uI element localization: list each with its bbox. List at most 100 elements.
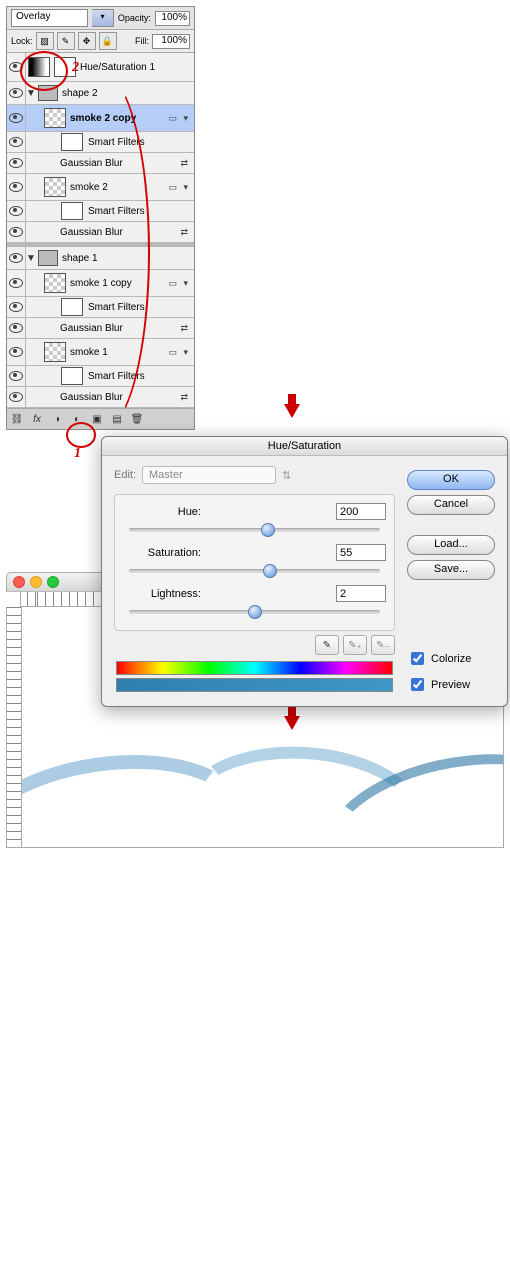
- cancel-button[interactable]: Cancel: [407, 495, 495, 515]
- visibility-icon[interactable]: [9, 371, 23, 381]
- edit-label: Edit:: [114, 469, 136, 481]
- saturation-slider[interactable]: [123, 563, 386, 577]
- disclosure-triangle-icon[interactable]: ▼: [26, 253, 36, 264]
- layer-label: smoke 1: [68, 347, 108, 358]
- delete-layer-button[interactable]: 🗑: [129, 411, 145, 427]
- blend-mode-dropdown-icon[interactable]: ▾: [92, 9, 114, 27]
- ruler-vertical[interactable]: [7, 607, 22, 847]
- filter-blend-icon[interactable]: ⇄: [180, 158, 194, 169]
- layer-style-button[interactable]: fx: [29, 411, 45, 427]
- visibility-icon[interactable]: [9, 62, 23, 72]
- layer-label: Gaussian Blur: [58, 158, 123, 169]
- lock-label: Lock:: [11, 36, 33, 46]
- visibility-icon[interactable]: [9, 158, 23, 168]
- visibility-icon[interactable]: [9, 253, 23, 263]
- edit-scope-select[interactable]: Master: [142, 466, 276, 484]
- new-layer-button[interactable]: ▤: [109, 411, 125, 427]
- hue-spectrum-bar: [116, 661, 393, 675]
- preview-checkbox-input[interactable]: [411, 678, 424, 691]
- load-button[interactable]: Load...: [407, 535, 495, 555]
- colorize-checkbox-input[interactable]: [411, 652, 424, 665]
- visibility-icon[interactable]: [9, 88, 23, 98]
- fill-input[interactable]: 100%: [152, 34, 190, 49]
- filter-blend-icon[interactable]: ⇄: [180, 392, 194, 403]
- filter-blend-icon[interactable]: ⇄: [180, 227, 194, 238]
- layer-group-shape2[interactable]: ▼ shape 2: [7, 82, 194, 105]
- layer-label: Gaussian Blur: [58, 227, 123, 238]
- opacity-input[interactable]: 100%: [155, 11, 190, 26]
- preview-checkbox[interactable]: Preview: [407, 675, 495, 694]
- zoom-window-button[interactable]: [47, 576, 59, 588]
- layer-smoke2-copy[interactable]: smoke 2 copy ▭ ▾: [7, 105, 194, 132]
- smart-filters-row[interactable]: Smart Filters: [7, 201, 194, 222]
- visibility-icon[interactable]: [9, 113, 23, 123]
- layer-smoke1-copy[interactable]: smoke 1 copy ▭ ▾: [7, 270, 194, 297]
- gaussian-blur-row[interactable]: Gaussian Blur ⇄: [7, 318, 194, 339]
- ok-button[interactable]: OK: [407, 470, 495, 490]
- smart-filters-row[interactable]: Smart Filters: [7, 366, 194, 387]
- minimize-window-button[interactable]: [30, 576, 42, 588]
- hue-input[interactable]: [336, 503, 386, 520]
- layer-label: Gaussian Blur: [58, 323, 123, 334]
- layer-group-shape1[interactable]: ▼ shape 1: [7, 247, 194, 270]
- disclosure-triangle-icon[interactable]: ▼: [26, 88, 36, 99]
- lock-pixels-button[interactable]: ✎: [57, 32, 75, 50]
- lightness-slider[interactable]: [123, 604, 386, 618]
- lock-transparency-button[interactable]: ▨: [36, 32, 54, 50]
- layer-label: Smart Filters: [86, 206, 145, 217]
- visibility-icon[interactable]: [9, 302, 23, 312]
- visibility-icon[interactable]: [9, 323, 23, 333]
- eyedropper-subtract-button[interactable]: ✎₋: [371, 635, 395, 655]
- visibility-icon[interactable]: [9, 392, 23, 402]
- eyedropper-button[interactable]: ✎: [315, 635, 339, 655]
- folder-icon: [38, 85, 58, 101]
- colorize-checkbox[interactable]: Colorize: [407, 649, 495, 668]
- hue-label: Hue:: [123, 506, 201, 518]
- add-mask-button[interactable]: ◑: [49, 411, 65, 427]
- lock-all-button[interactable]: 🔒: [99, 32, 117, 50]
- save-button[interactable]: Save...: [407, 560, 495, 580]
- layer-thumb-icon: [44, 108, 66, 128]
- hue-slider[interactable]: [123, 522, 386, 536]
- visibility-icon[interactable]: [9, 137, 23, 147]
- lightness-input[interactable]: [336, 585, 386, 602]
- gaussian-blur-row[interactable]: Gaussian Blur ⇄: [7, 222, 194, 243]
- filter-mask-icon: [61, 298, 83, 316]
- filter-mask-icon: [61, 202, 83, 220]
- saturation-input[interactable]: [336, 544, 386, 561]
- new-adjustment-button[interactable]: ◐: [69, 411, 85, 427]
- saturation-label: Saturation:: [123, 547, 201, 559]
- filter-blend-icon[interactable]: ⇄: [180, 323, 194, 334]
- preview-label: Preview: [431, 679, 470, 691]
- smart-object-icon: ▭ ▾: [168, 113, 194, 124]
- close-window-button[interactable]: [13, 576, 25, 588]
- visibility-icon[interactable]: [9, 278, 23, 288]
- layer-label: smoke 2: [68, 182, 108, 193]
- dropdown-arrows-icon[interactable]: ⇅: [282, 469, 291, 482]
- layer-label: smoke 1 copy: [68, 278, 132, 289]
- hue-saturation-dialog: Hue/Saturation Edit: Master ⇅ Hue:: [101, 436, 508, 707]
- layer-label: shape 2: [60, 88, 98, 99]
- gaussian-blur-row[interactable]: Gaussian Blur ⇄: [7, 387, 194, 408]
- layers-panel: Overlay ▾ Opacity: 100% Lock: ▨ ✎ ✥ 🔒 Fi…: [6, 6, 195, 430]
- smart-object-icon: ▭ ▾: [168, 278, 194, 289]
- link-layers-button[interactable]: ⛓: [9, 411, 25, 427]
- gaussian-blur-row[interactable]: Gaussian Blur ⇄: [7, 153, 194, 174]
- lock-position-button[interactable]: ✥: [78, 32, 96, 50]
- adjustment-thumb-icon: [28, 57, 50, 77]
- layer-smoke1[interactable]: smoke 1 ▭ ▾: [7, 339, 194, 366]
- layer-smoke2[interactable]: smoke 2 ▭ ▾: [7, 174, 194, 201]
- smart-filters-row[interactable]: Smart Filters: [7, 132, 194, 153]
- eyedropper-add-button[interactable]: ✎₊: [343, 635, 367, 655]
- layer-thumb-icon: [44, 342, 66, 362]
- blend-mode-select[interactable]: Overlay: [11, 9, 88, 27]
- visibility-icon[interactable]: [9, 206, 23, 216]
- visibility-icon[interactable]: [9, 182, 23, 192]
- visibility-icon[interactable]: [9, 227, 23, 237]
- smart-filters-row[interactable]: Smart Filters: [7, 297, 194, 318]
- callout-number-1: 1: [74, 446, 81, 462]
- layer-hue-saturation[interactable]: Hue/Saturation 1: [7, 53, 194, 82]
- layer-label: Gaussian Blur: [58, 392, 123, 403]
- new-group-button[interactable]: ▣: [89, 411, 105, 427]
- visibility-icon[interactable]: [9, 347, 23, 357]
